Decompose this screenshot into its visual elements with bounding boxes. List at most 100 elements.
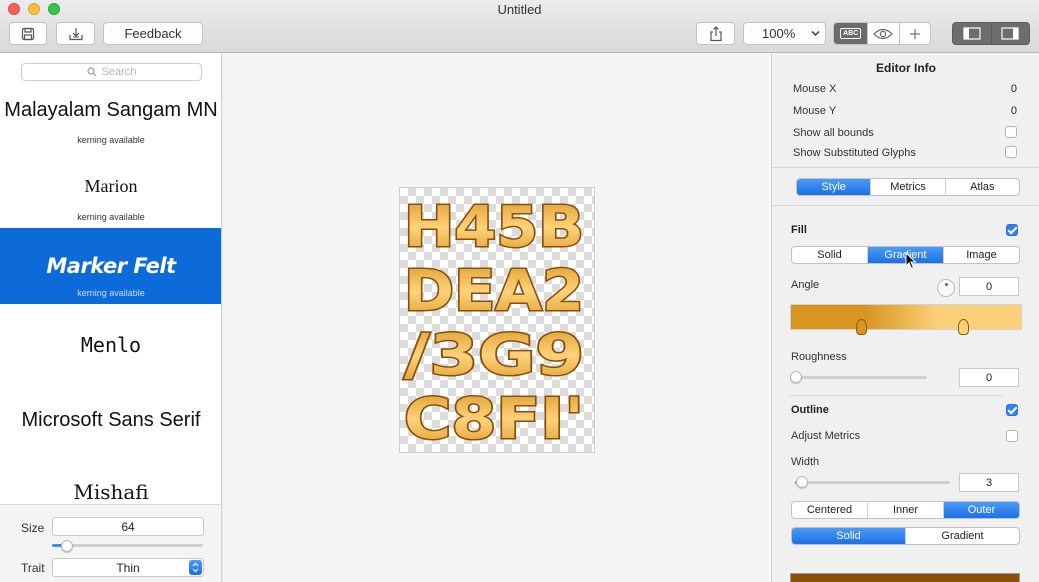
zoom-select[interactable]: 100% — [743, 22, 826, 45]
divider — [772, 205, 1039, 206]
glyph-row: /3G9 — [404, 323, 584, 388]
tab-atlas[interactable]: Atlas — [946, 179, 1019, 195]
panel-toggle-segmented — [952, 22, 1030, 45]
font-list-item[interactable]: Marion kerning available — [0, 166, 221, 227]
font-sidebar: Search Malayalam Sangam MN kerning avail… — [0, 53, 222, 582]
show-bounds-label: Show all bounds — [793, 127, 874, 139]
adjust-metrics-label: Adjust Metrics — [791, 430, 861, 442]
size-slider-knob[interactable] — [61, 540, 73, 552]
add-button[interactable] — [898, 23, 930, 44]
width-label: Width — [791, 456, 820, 468]
fill-mode-solid[interactable]: Solid — [792, 247, 868, 263]
save-icon — [21, 27, 35, 40]
chevron-down-icon — [811, 31, 820, 36]
feedback-button[interactable]: Feedback — [103, 22, 203, 45]
outline-checkbox[interactable] — [1006, 404, 1018, 416]
zoom-value: 100% — [762, 26, 796, 41]
glyph-row: C8FI' — [404, 387, 584, 452]
left-sidebar-icon — [963, 27, 981, 40]
trait-label: Trait — [21, 561, 45, 575]
outline-position-centered[interactable]: Centered — [792, 502, 868, 518]
view-mode-segmented: ABC — [833, 22, 931, 45]
outline-style-segmented: Solid Gradient — [791, 527, 1020, 545]
divider — [790, 395, 1002, 396]
right-sidebar-icon — [1001, 27, 1020, 40]
share-button[interactable] — [696, 22, 735, 45]
outline-position-segmented: Centered Inner Outer — [791, 501, 1020, 519]
width-field[interactable]: 3 — [959, 473, 1019, 492]
font-kerning-label: kerning available — [77, 212, 145, 222]
roughness-slider-track[interactable] — [795, 376, 927, 379]
stepper-icon — [189, 560, 202, 575]
mouse-cursor-icon — [905, 252, 917, 270]
font-settings-panel: Size 64 Trait Thin — [0, 504, 221, 582]
font-list-item[interactable]: Mishafi — [0, 468, 221, 508]
title-bar: Untitled Feedback 100% ABC — [0, 0, 1039, 53]
width-slider-track[interactable] — [795, 481, 950, 484]
font-name: Marker Felt — [46, 254, 176, 278]
inspector-title: Editor Info — [876, 61, 936, 75]
inspector-tabs: Style Metrics Atlas — [796, 178, 1020, 196]
font-kerning-label: kerning available — [77, 288, 145, 298]
angle-label: Angle — [791, 279, 820, 291]
mouse-y-label: Mouse Y — [793, 105, 837, 117]
divider — [772, 167, 1039, 168]
show-bounds-checkbox[interactable] — [1005, 126, 1017, 138]
outline-position-inner[interactable]: Inner — [868, 502, 944, 518]
toggle-left-sidebar-button[interactable] — [953, 23, 991, 44]
size-field[interactable]: 64 — [52, 517, 204, 536]
outline-position-outer[interactable]: Outer — [944, 502, 1019, 518]
font-list-item-selected[interactable]: Marker Felt kerning available — [0, 228, 221, 304]
save-button[interactable] — [9, 22, 47, 45]
inspector-panel: Editor Info Mouse X 0 Mouse Y 0 Show all… — [771, 53, 1039, 582]
canvas-area[interactable]: H45B DEA2/3G9 C8FI' — [223, 53, 771, 582]
size-slider-track[interactable] — [52, 544, 203, 547]
roughness-field[interactable]: 0 — [959, 368, 1019, 387]
font-name: Marion — [84, 176, 138, 196]
export-tray-icon — [68, 27, 83, 40]
font-list-item[interactable]: Microsoft Sans Serif — [0, 393, 221, 453]
abc-icon: ABC — [840, 28, 862, 39]
gradient-stop-handle[interactable] — [958, 319, 969, 335]
tab-style[interactable]: Style — [797, 179, 872, 195]
font-list-item[interactable]: Malayalam Sangam MN kerning available — [0, 93, 221, 150]
show-substituted-checkbox[interactable] — [1005, 146, 1017, 158]
size-label: Size — [21, 521, 45, 535]
share-icon — [709, 25, 722, 41]
toggle-right-sidebar-button[interactable] — [990, 23, 1029, 44]
outline-style-solid[interactable]: Solid — [792, 528, 906, 544]
font-name: Mishafi — [73, 480, 149, 504]
gradient-stop-handle[interactable] — [856, 319, 867, 335]
adjust-metrics-checkbox[interactable] — [1006, 430, 1018, 442]
font-name: Microsoft Sans Serif — [21, 409, 201, 431]
search-placeholder: Search — [101, 66, 137, 78]
font-list-item[interactable]: Menlo — [0, 315, 221, 375]
export-button[interactable] — [56, 22, 95, 45]
fill-mode-image[interactable]: Image — [944, 247, 1019, 263]
show-substituted-label: Show Substituted Glyphs — [793, 147, 916, 159]
search-input[interactable]: Search — [21, 63, 202, 81]
roughness-label: Roughness — [791, 351, 847, 363]
eye-icon — [873, 28, 894, 39]
gradient-editor[interactable] — [790, 304, 1022, 330]
glyph-row: DEA2 — [404, 259, 584, 324]
angle-dial-dot-icon — [945, 283, 948, 286]
roughness-slider-knob[interactable] — [790, 371, 802, 383]
glyph-row: H45B — [404, 195, 584, 260]
font-kerning-label: kerning available — [77, 135, 145, 145]
preview-toggle[interactable] — [867, 23, 898, 44]
mouse-x-label: Mouse X — [793, 83, 837, 95]
angle-dial[interactable] — [937, 279, 955, 297]
outline-style-gradient[interactable]: Gradient — [906, 528, 1019, 544]
abc-toggle[interactable]: ABC — [834, 23, 868, 44]
font-name: Menlo — [80, 333, 142, 357]
mouse-y-value: 0 — [1010, 105, 1017, 117]
angle-field[interactable]: 0 — [959, 277, 1019, 296]
trait-select[interactable]: Thin — [52, 558, 204, 577]
fill-checkbox[interactable] — [1006, 224, 1018, 236]
tab-metrics[interactable]: Metrics — [871, 179, 946, 195]
fill-label: Fill — [791, 224, 807, 236]
glyph-atlas-preview[interactable]: H45B DEA2/3G9 C8FI' — [399, 187, 595, 454]
width-slider-knob[interactable] — [796, 476, 808, 488]
outline-color-swatch[interactable] — [790, 573, 1020, 582]
